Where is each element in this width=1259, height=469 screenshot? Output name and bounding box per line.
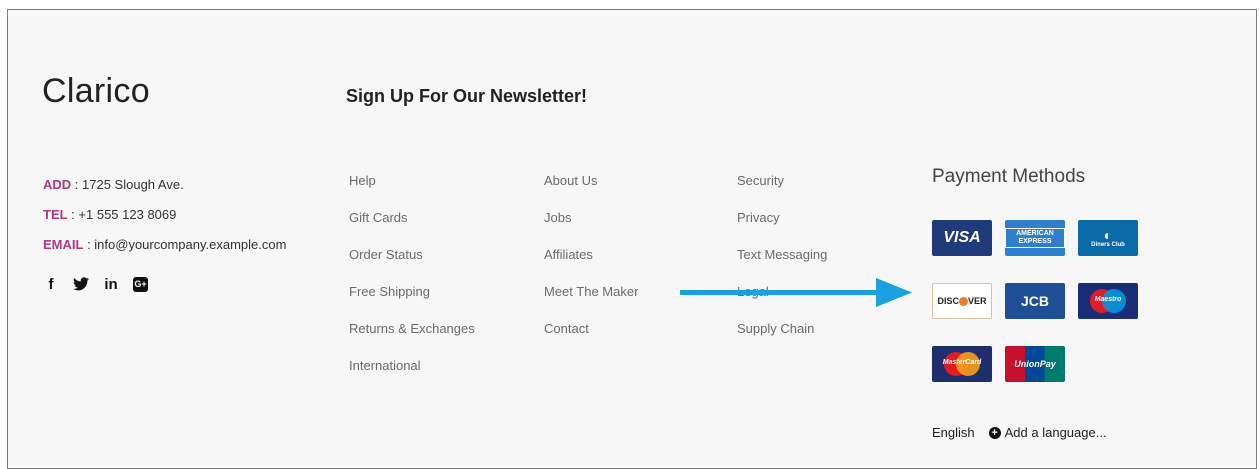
link-jobs[interactable]: Jobs	[544, 209, 638, 246]
add-language-link[interactable]: + Add a language...	[988, 425, 1107, 440]
email-row: EMAIL : info@yourcompany.example.com	[43, 236, 286, 266]
amex-card-icon: AMERICAN EXPRESS	[1005, 220, 1065, 256]
brand-logo[interactable]: Clarico	[42, 72, 150, 111]
link-contact[interactable]: Contact	[544, 320, 638, 357]
link-order-status[interactable]: Order Status	[349, 246, 475, 283]
add-language-label: Add a language...	[1004, 425, 1107, 440]
twitter-icon[interactable]	[73, 275, 89, 293]
link-affiliates[interactable]: Affiliates	[544, 246, 638, 283]
current-language[interactable]: English	[932, 425, 975, 440]
address-separator: :	[71, 177, 83, 192]
diners-label: Diners Club	[1091, 242, 1125, 248]
link-returns-exchanges[interactable]: Returns & Exchanges	[349, 320, 475, 357]
newsletter-heading: Sign Up For Our Newsletter!	[346, 86, 588, 106]
link-privacy[interactable]: Privacy	[737, 209, 827, 246]
maestro-card-icon: Maestro	[1078, 283, 1138, 319]
footer-links-column-1: Help Gift Cards Order Status Free Shippi…	[349, 172, 475, 394]
discover-label-a: DISC	[937, 296, 959, 306]
footer-links-column-3: Security Privacy Text Messaging Legal Su…	[737, 172, 827, 357]
unionpay-card-icon: UnionPay	[1005, 346, 1065, 382]
link-meet-the-maker[interactable]: Meet The Maker	[544, 283, 638, 320]
mastercard-label: MasterCard	[942, 359, 982, 366]
jcb-card-icon: JCB	[1005, 283, 1065, 319]
maestro-label: Maestro	[1094, 296, 1122, 303]
annotation-arrow-icon	[680, 278, 912, 307]
email-separator: :	[83, 237, 95, 252]
email-label: EMAIL	[43, 237, 84, 252]
link-about-us[interactable]: About Us	[544, 172, 638, 209]
plus-circle-icon: +	[988, 426, 1001, 439]
contact-info: ADD : 1725 Slough Ave. TEL : +1 555 123 …	[43, 176, 286, 266]
language-selector: English + Add a language...	[932, 425, 1107, 440]
payment-methods-heading: Payment Methods	[932, 166, 1086, 187]
google-plus-icon[interactable]: G+	[133, 276, 148, 292]
footer-links-column-2: About Us Jobs Affiliates Meet The Maker …	[544, 172, 638, 357]
link-help[interactable]: Help	[349, 172, 475, 209]
phone-value[interactable]: +1 555 123 8069	[78, 207, 176, 222]
diners-club-card-icon: ◐ Diners Club	[1078, 220, 1138, 256]
mastercard-card-icon: MasterCard	[932, 346, 992, 382]
link-security[interactable]: Security	[737, 172, 827, 209]
address-label: ADD	[43, 177, 72, 192]
discover-o-icon	[959, 296, 968, 306]
amex-label: AMERICAN EXPRESS	[1005, 228, 1065, 248]
visa-card-icon: VISA	[932, 220, 992, 256]
email-value[interactable]: info@yourcompany.example.com	[94, 237, 286, 252]
address-row: ADD : 1725 Slough Ave.	[43, 176, 286, 206]
address-value: 1725 Slough Ave.	[82, 177, 184, 192]
social-links: f in G+	[43, 275, 148, 293]
facebook-icon[interactable]: f	[43, 275, 59, 293]
phone-separator: :	[67, 207, 79, 222]
link-international[interactable]: International	[349, 357, 475, 394]
discover-card-icon: DISC VER	[932, 283, 992, 319]
discover-label-b: VER	[968, 296, 987, 306]
phone-row: TEL : +1 555 123 8069	[43, 206, 286, 236]
linkedin-icon[interactable]: in	[103, 275, 119, 293]
mastercard-circles-icon: MasterCard	[942, 352, 982, 376]
link-supply-chain[interactable]: Supply Chain	[737, 320, 827, 357]
link-gift-cards[interactable]: Gift Cards	[349, 209, 475, 246]
diners-logo-icon: ◐	[1103, 227, 1113, 243]
link-free-shipping[interactable]: Free Shipping	[349, 283, 475, 320]
maestro-circles-icon: Maestro	[1088, 289, 1128, 313]
phone-label: TEL	[43, 207, 68, 222]
